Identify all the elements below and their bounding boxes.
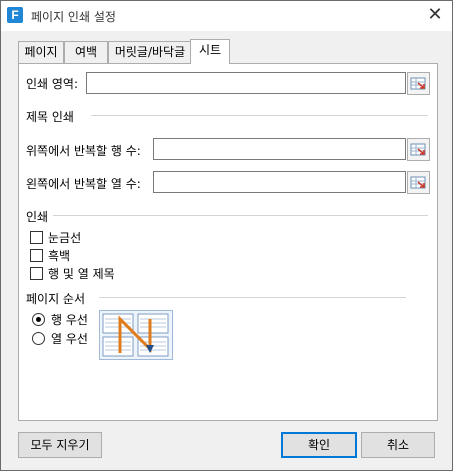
page-order-heading: 페이지 순서 [26,292,86,306]
down-then-over-label: 행 우선 [51,313,88,327]
over-then-down-radio[interactable] [32,332,45,345]
rows-to-repeat-label: 위쪽에서 반복할 행 수: [26,144,141,158]
row-col-headings-label: 행 및 열 제목 [48,267,115,281]
close-icon[interactable]: ✕ [424,4,446,26]
print-area-field[interactable] [86,72,406,94]
title-bar: F 페이지 인쇄 설정 ✕ [1,1,452,31]
black-and-white-label: 흑백 [48,249,71,263]
rows-range-picker[interactable] [407,138,430,161]
print-divider [53,215,428,216]
down-then-over-radio[interactable] [32,313,45,326]
rows-to-repeat-field[interactable] [153,138,406,160]
app-logo-icon: F [7,7,23,23]
tab-page[interactable]: 페이지 [18,41,64,63]
cols-range-picker[interactable] [407,171,430,194]
page-order-divider [99,297,406,298]
cols-to-repeat-label: 왼쪽에서 반복할 열 수: [26,177,141,191]
gridlines-label: 눈금선 [48,231,82,245]
black-and-white-checkbox[interactable] [30,249,43,262]
page-setup-dialog: F 페이지 인쇄 설정 ✕ 페이지 여백 머릿글/바닥글 시트 인쇄 영역: 제… [0,0,453,471]
tab-margins[interactable]: 여백 [64,41,108,63]
tab-header-footer[interactable]: 머릿글/바닥글 [108,41,192,63]
page-order-diagram-icon [102,313,169,357]
range-select-icon [410,77,426,90]
over-then-down-label: 열 우선 [51,332,88,346]
row-col-headings-checkbox[interactable] [30,267,43,280]
range-select-icon [410,143,426,156]
print-area-label: 인쇄 영역: [26,77,79,91]
cancel-button[interactable]: 취소 [361,432,435,458]
dialog-title: 페이지 인쇄 설정 [31,10,116,24]
print-area-range-picker[interactable] [407,72,430,95]
cols-to-repeat-field[interactable] [153,171,406,193]
tab-sheet[interactable]: 시트 [190,39,230,64]
gridlines-checkbox[interactable] [30,231,43,244]
ok-button[interactable]: 확인 [281,432,357,458]
print-titles-divider [91,115,428,116]
range-select-icon [410,176,426,189]
page-order-preview [99,310,173,360]
clear-all-button[interactable]: 모두 지우기 [18,432,102,458]
print-titles-heading: 제목 인쇄 [26,110,74,124]
print-heading: 인쇄 [26,210,49,224]
